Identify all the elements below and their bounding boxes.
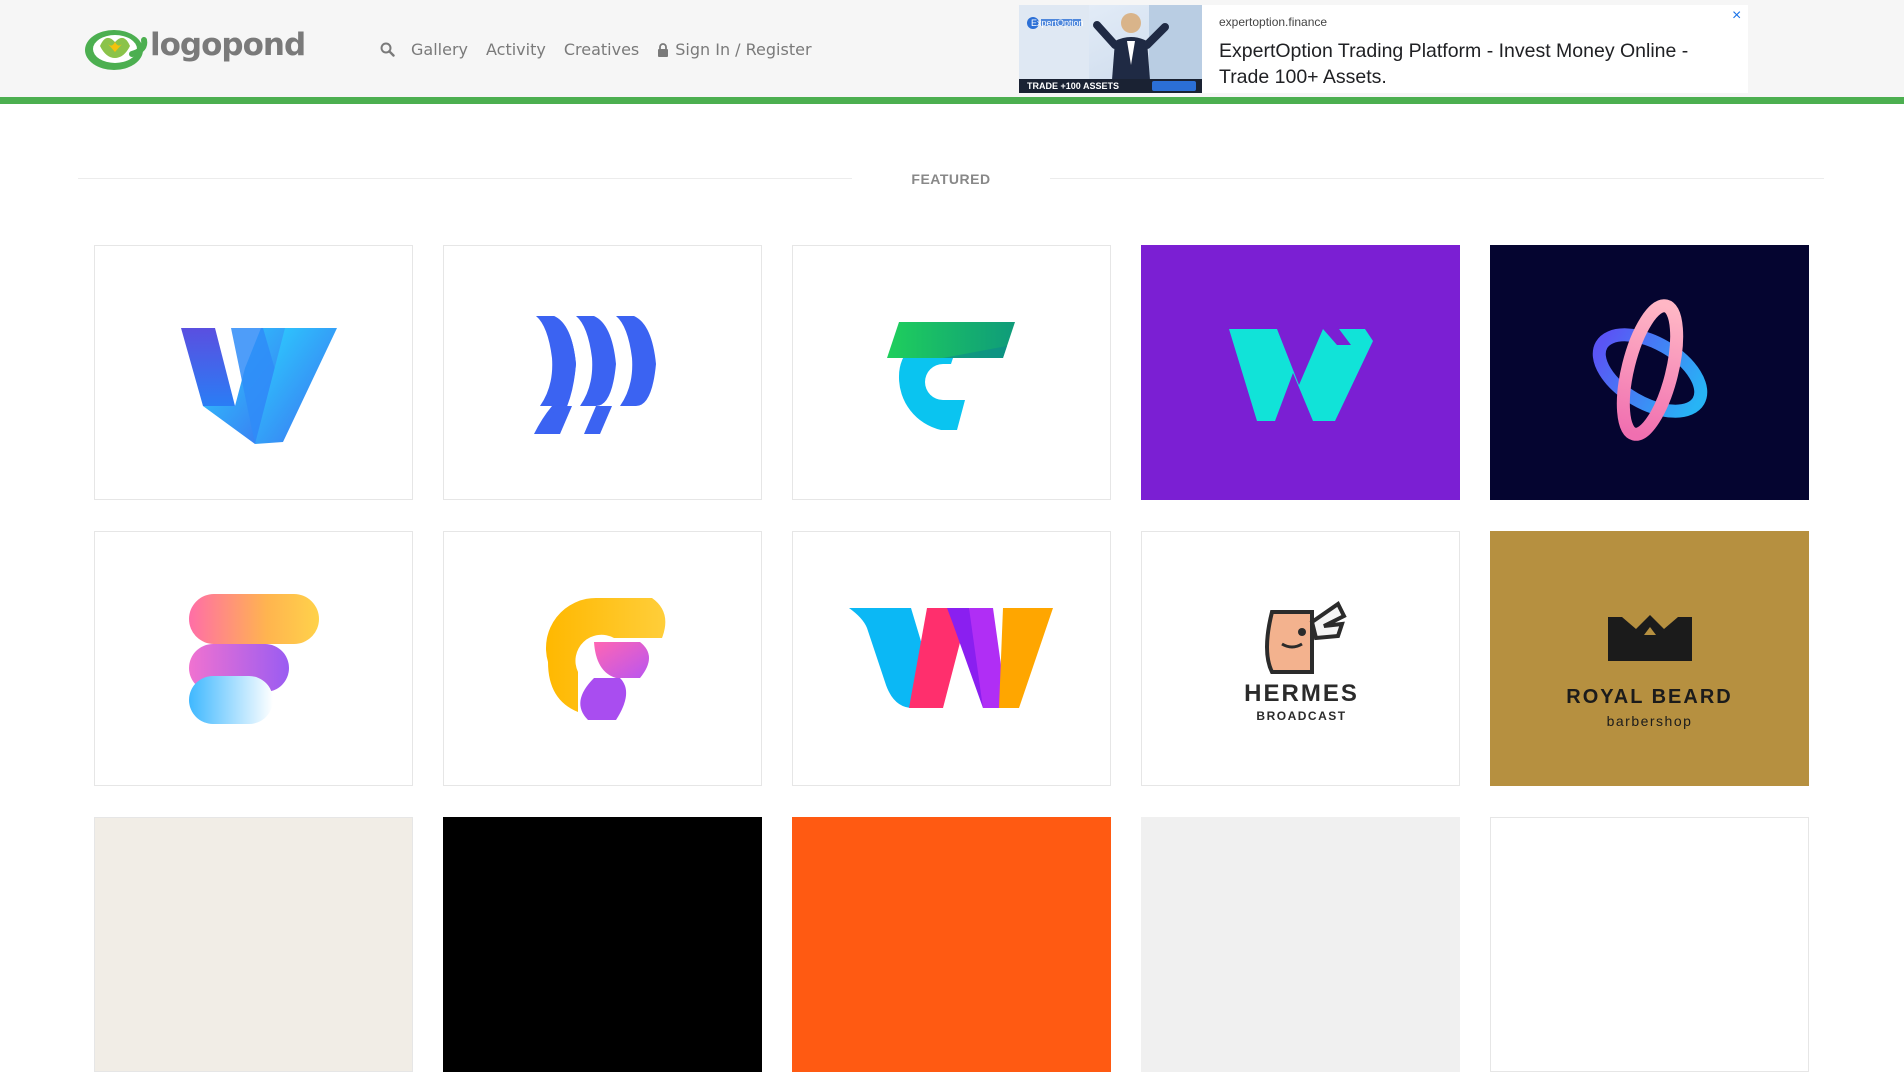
featured-heading: FEATURED (78, 167, 1824, 191)
nav-creatives[interactable]: Creatives (564, 40, 639, 59)
logo-card[interactable] (792, 817, 1111, 1072)
main-nav: Gallery Activity Creatives Sign In / Reg… (380, 40, 830, 59)
logo-subtitle: BROADCAST (1256, 709, 1347, 723)
logo-wordmark: logopond (150, 27, 306, 63)
logo-card[interactable] (1141, 245, 1460, 500)
yellow-pink-f-logo (545, 597, 666, 720)
ad-title[interactable]: ExpertOption Trading Platform - Invest M… (1219, 38, 1739, 90)
ad-brand: ExpertOption (1031, 18, 1084, 28)
logo-card[interactable] (94, 531, 413, 786)
logopond-logo[interactable]: logopond (84, 24, 306, 74)
logo-subtitle: barbershop (1606, 713, 1693, 729)
nav-activity[interactable]: Activity (486, 40, 546, 59)
ad-image-caption: TRADE +100 ASSETS (1027, 81, 1119, 91)
logo-card[interactable]: ROYAL BEARD barbershop (1490, 531, 1809, 786)
logo-card[interactable] (792, 531, 1111, 786)
lily-pad-icon (85, 30, 148, 70)
nav-sign-in-register[interactable]: Sign In / Register (657, 40, 812, 59)
logo-card[interactable]: HERMES BROADCAST (1141, 531, 1460, 786)
site-header: logopond Gallery Activity Creatives Sign… (0, 0, 1904, 104)
divider-right (1050, 178, 1824, 179)
sign-in-label: Sign In / Register (675, 40, 812, 59)
crown-icon (1608, 615, 1692, 661)
ad-domain[interactable]: expertoption.finance (1219, 15, 1327, 29)
logo-title: ROYAL BEARD (1566, 686, 1733, 708)
logo-card[interactable] (94, 245, 413, 500)
lock-icon (658, 42, 669, 57)
logo-card[interactable] (1490, 245, 1809, 500)
blue-w-ribbon-logo (181, 328, 337, 444)
colorful-w-logo (849, 608, 1053, 708)
logo-card[interactable] (1141, 817, 1460, 1072)
logo-card[interactable] (443, 817, 762, 1072)
cyan-w-on-purple-logo (1229, 329, 1373, 421)
hermes-head-icon (1265, 601, 1347, 674)
logo-card[interactable] (443, 245, 762, 500)
blue-stripes-logo (534, 316, 656, 434)
search-icon[interactable] (380, 42, 395, 57)
advertisement[interactable]: TRADE +100 ASSETS ExpertOption expertopt… (1019, 5, 1748, 93)
logo-card[interactable] (1490, 817, 1809, 1072)
green-cyan-c-logo (887, 322, 1015, 430)
logo-title: HERMES (1244, 680, 1359, 707)
section-title: FEATURED (911, 171, 991, 187)
logo-card[interactable] (792, 245, 1111, 500)
logo-card[interactable] (443, 531, 762, 786)
pink-blue-orbit-logo (1592, 299, 1708, 441)
gradient-f-logo (189, 594, 319, 724)
nav-gallery[interactable]: Gallery (411, 40, 468, 59)
close-icon[interactable]: × (1732, 7, 1741, 25)
logo-card[interactable] (94, 817, 413, 1072)
ad-image[interactable]: TRADE +100 ASSETS ExpertOption (1019, 5, 1202, 93)
